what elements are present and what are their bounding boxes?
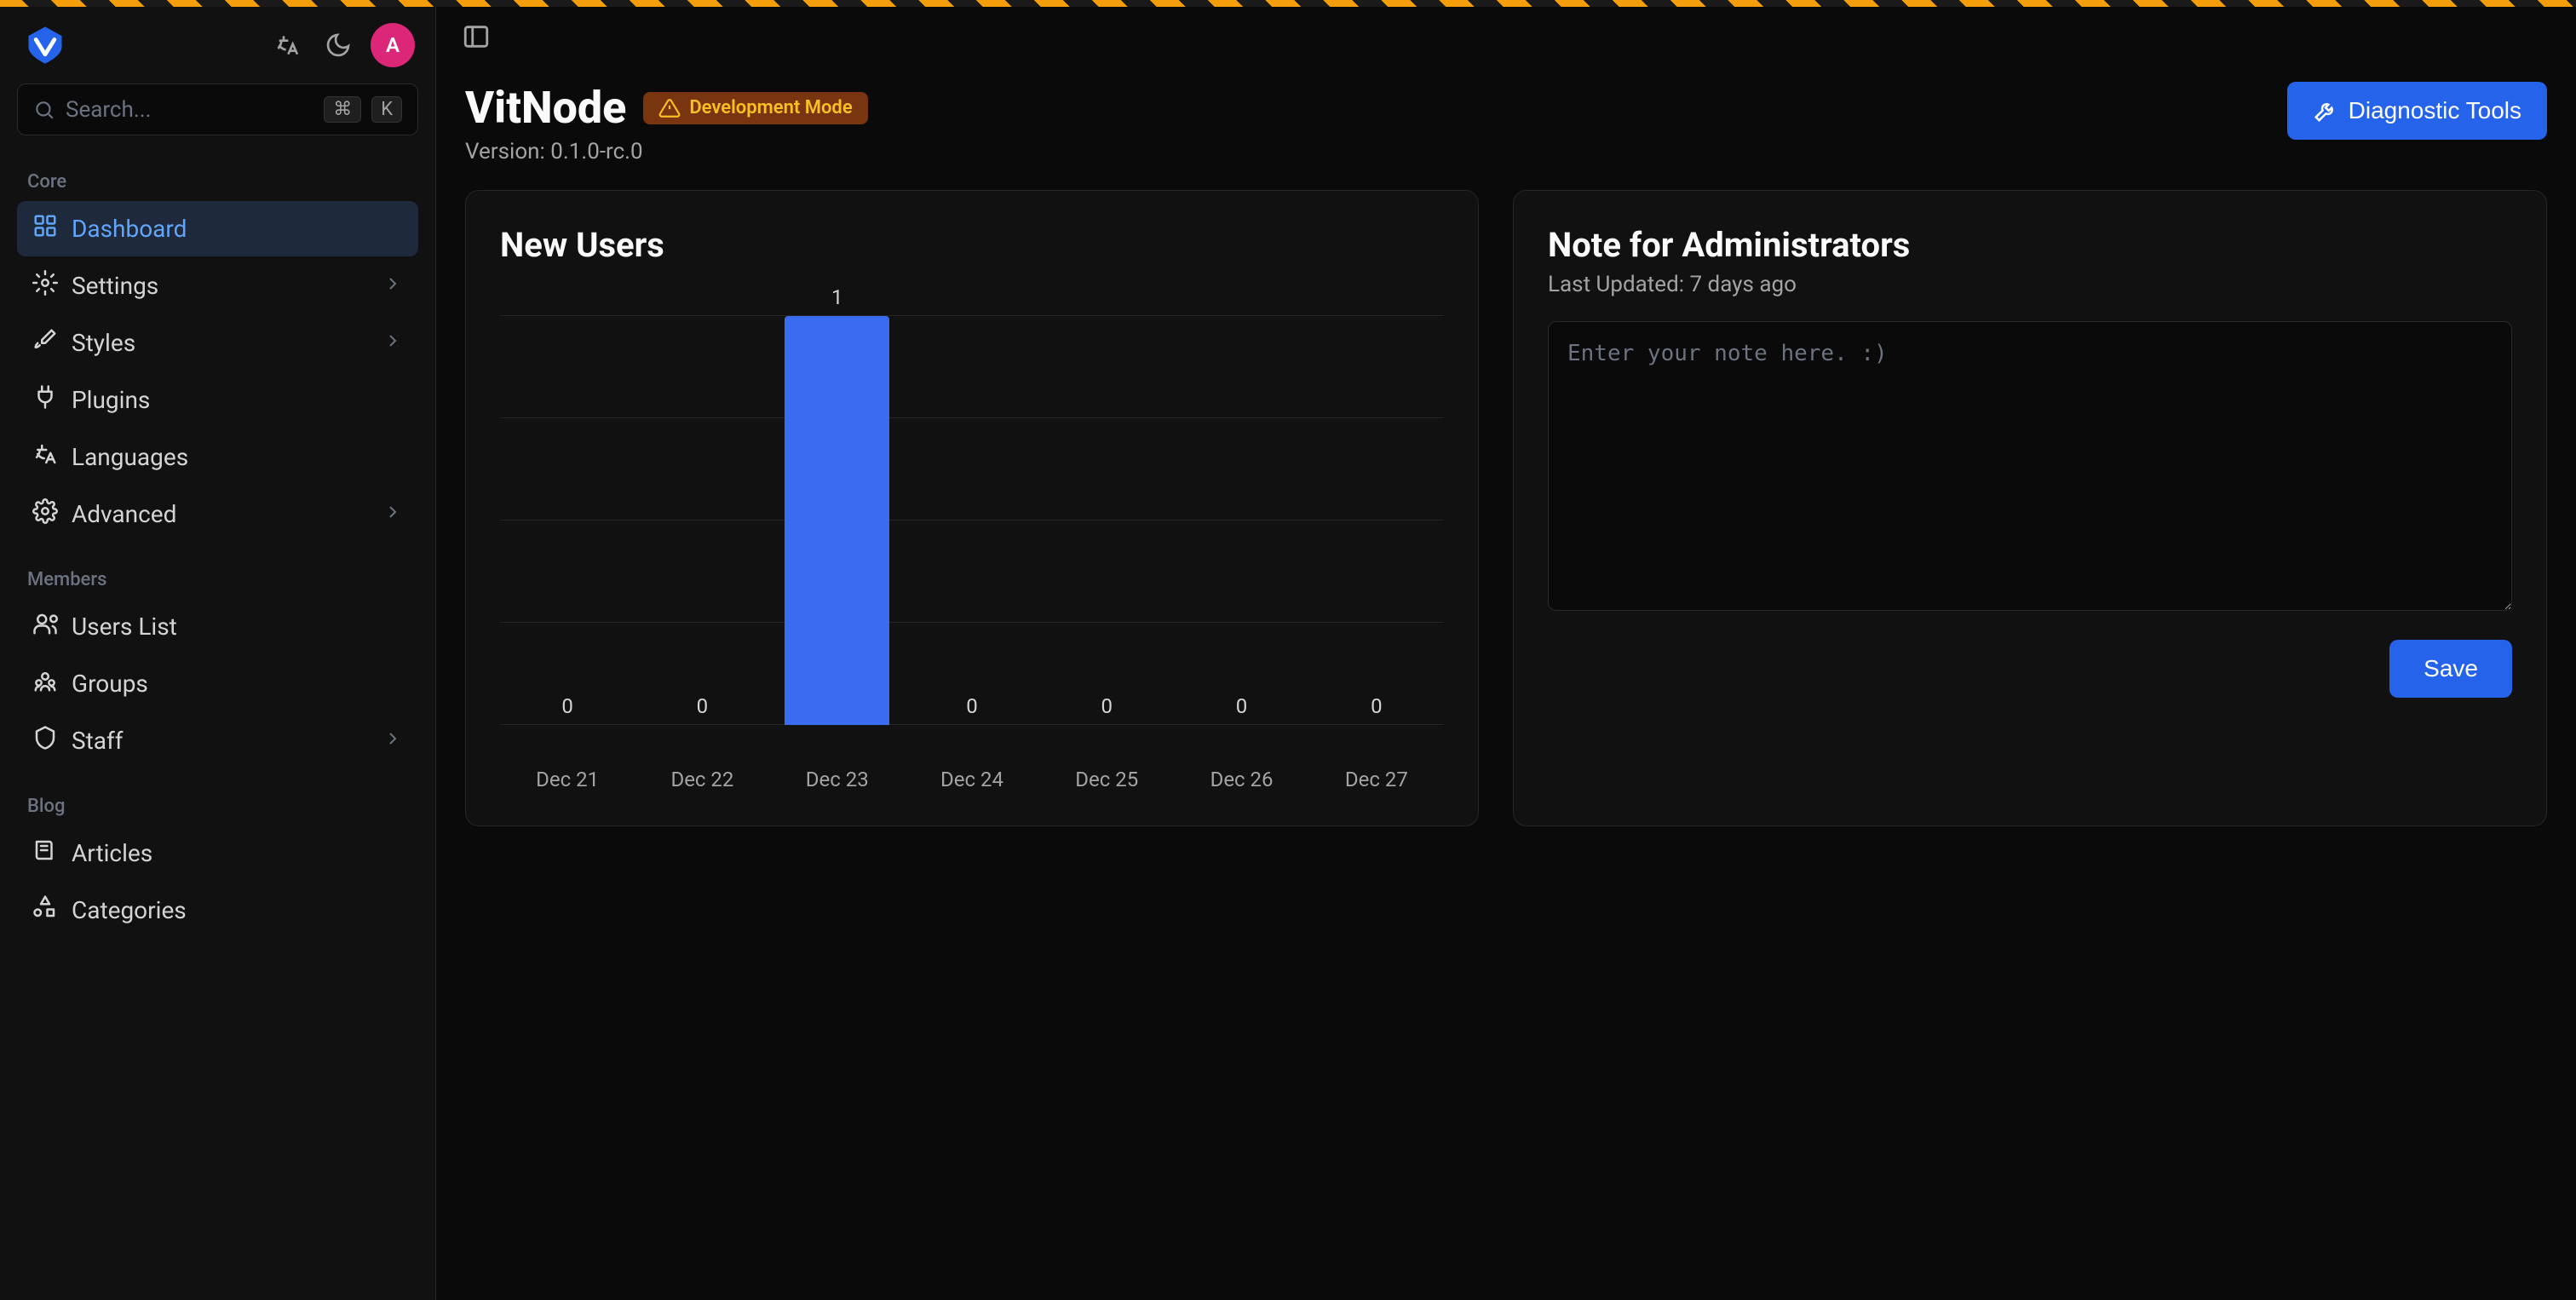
search-placeholder: Search...: [66, 97, 313, 123]
admin-note-card: Note for Administrators Last Updated: 7 …: [1513, 190, 2547, 826]
bar-col: 0: [1309, 282, 1444, 725]
group-icon: [32, 668, 58, 699]
language-icon[interactable]: [268, 26, 306, 64]
gear-icon: [32, 270, 58, 302]
x-axis-label: Dec 24: [905, 768, 1039, 791]
sidebar-item-label: Users List: [72, 613, 403, 641]
note-title: Note for Administrators: [1548, 225, 2512, 265]
new-users-card: New Users 0010000 Dec 21Dec 22Dec 23Dec …: [465, 190, 1479, 826]
bar-value: 0: [1371, 694, 1383, 718]
warning-icon: [658, 97, 681, 119]
sidebar-item-users-list[interactable]: Users List: [17, 599, 418, 654]
sidebar-item-articles[interactable]: Articles: [17, 825, 418, 881]
dev-badge-label: Development Mode: [689, 97, 852, 118]
x-axis-label: Dec 27: [1309, 768, 1444, 791]
sidebar-item-label: Groups: [72, 670, 403, 698]
sidebar-item-label: Plugins: [72, 386, 403, 414]
sidebar-item-label: Dashboard: [72, 215, 403, 243]
dark-mode-icon[interactable]: [319, 26, 357, 64]
chevron-right-icon: [382, 500, 403, 528]
bar-value: 0: [697, 694, 709, 718]
sidebar-item-label: Styles: [72, 329, 369, 357]
bar-col: 0: [1039, 282, 1174, 725]
nav-heading: Core: [17, 159, 418, 201]
sidebar-top: A: [0, 7, 435, 83]
nav-heading: Blog: [17, 784, 418, 825]
sidebar-item-label: Articles: [72, 839, 403, 867]
shield-icon: [32, 725, 58, 756]
shapes-icon: [32, 894, 58, 926]
bar-col: 0: [500, 282, 635, 725]
bar-rect: [785, 316, 889, 725]
sidebar-item-languages[interactable]: Languages: [17, 429, 418, 485]
users-icon: [32, 611, 58, 642]
save-button[interactable]: Save: [2389, 640, 2512, 698]
sidebar-item-advanced[interactable]: Advanced: [17, 486, 418, 542]
paintbrush-icon: [32, 327, 58, 359]
sidebar-item-label: Languages: [72, 443, 403, 471]
book-icon: [32, 837, 58, 869]
page-title: VitNode: [465, 82, 626, 134]
bar-col: 0: [1174, 282, 1308, 725]
sidebar-item-label: Advanced: [72, 500, 369, 528]
page-header: VitNode Development Mode Version: 0.1.0-…: [436, 73, 2576, 190]
sidebar-toggle-icon[interactable]: [462, 22, 497, 58]
note-textarea[interactable]: [1548, 321, 2512, 611]
diagnostic-tools-button[interactable]: Diagnostic Tools: [2287, 82, 2547, 140]
chevron-right-icon: [382, 272, 403, 300]
x-axis-label: Dec 25: [1039, 768, 1174, 791]
sidebar-item-label: Staff: [72, 727, 369, 755]
sidebar: A Search... ⌘ K Core Dashboard Settings Sty…: [0, 0, 436, 1300]
kbd-cmd: ⌘: [324, 96, 361, 123]
diag-button-label: Diagnostic Tools: [2349, 97, 2521, 124]
x-axis-label: Dec 21: [500, 768, 635, 791]
avatar[interactable]: A: [371, 23, 415, 67]
sidebar-item-label: Categories: [72, 896, 403, 924]
cog-icon: [32, 498, 58, 530]
x-axis-label: Dec 22: [635, 768, 769, 791]
development-mode-badge: Development Mode: [643, 92, 867, 124]
nav-heading: Members: [17, 557, 418, 599]
chevron-right-icon: [382, 727, 403, 755]
main: VitNode Development Mode Version: 0.1.0-…: [436, 0, 2576, 1300]
note-subtitle: Last Updated: 7 days ago: [1548, 272, 2512, 297]
sidebar-item-label: Settings: [72, 272, 369, 300]
bar-value: 1: [831, 285, 843, 309]
sidebar-item-groups[interactable]: Groups: [17, 656, 418, 711]
sidebar-item-styles[interactable]: Styles: [17, 315, 418, 371]
bar-chart: 0 0 1 0 0 0 0: [500, 282, 1444, 759]
app-logo[interactable]: [20, 20, 70, 70]
sidebar-item-plugins[interactable]: Plugins: [17, 372, 418, 428]
languages-icon: [32, 441, 58, 473]
bar-value: 0: [1101, 694, 1113, 718]
sidebar-item-settings[interactable]: Settings: [17, 258, 418, 313]
bar-value: 0: [966, 694, 978, 718]
chevron-right-icon: [382, 329, 403, 357]
chart-title: New Users: [500, 225, 1444, 265]
plug-icon: [32, 384, 58, 416]
kbd-k: K: [371, 96, 402, 123]
sidebar-item-staff[interactable]: Staff: [17, 713, 418, 768]
bar-col: 0: [635, 282, 769, 725]
layout-grid-icon: [32, 213, 58, 244]
version-text: Version: 0.1.0-rc.0: [465, 139, 2287, 164]
x-axis-label: Dec 26: [1174, 768, 1308, 791]
bar-col: 0: [905, 282, 1039, 725]
search-icon: [33, 99, 55, 121]
sidebar-item-dashboard[interactable]: Dashboard: [17, 201, 418, 256]
x-axis-label: Dec 23: [770, 768, 905, 791]
bar-col: 1: [770, 282, 905, 725]
hazard-stripe: [0, 0, 2576, 7]
sidebar-item-categories[interactable]: Categories: [17, 883, 418, 938]
sidebar-nav: Core Dashboard Settings Styles Plugins Langua…: [0, 152, 435, 946]
bar-value: 0: [561, 694, 573, 718]
search-input[interactable]: Search... ⌘ K: [17, 83, 418, 135]
wrench-icon: [2313, 98, 2338, 124]
bar-value: 0: [1236, 694, 1248, 718]
